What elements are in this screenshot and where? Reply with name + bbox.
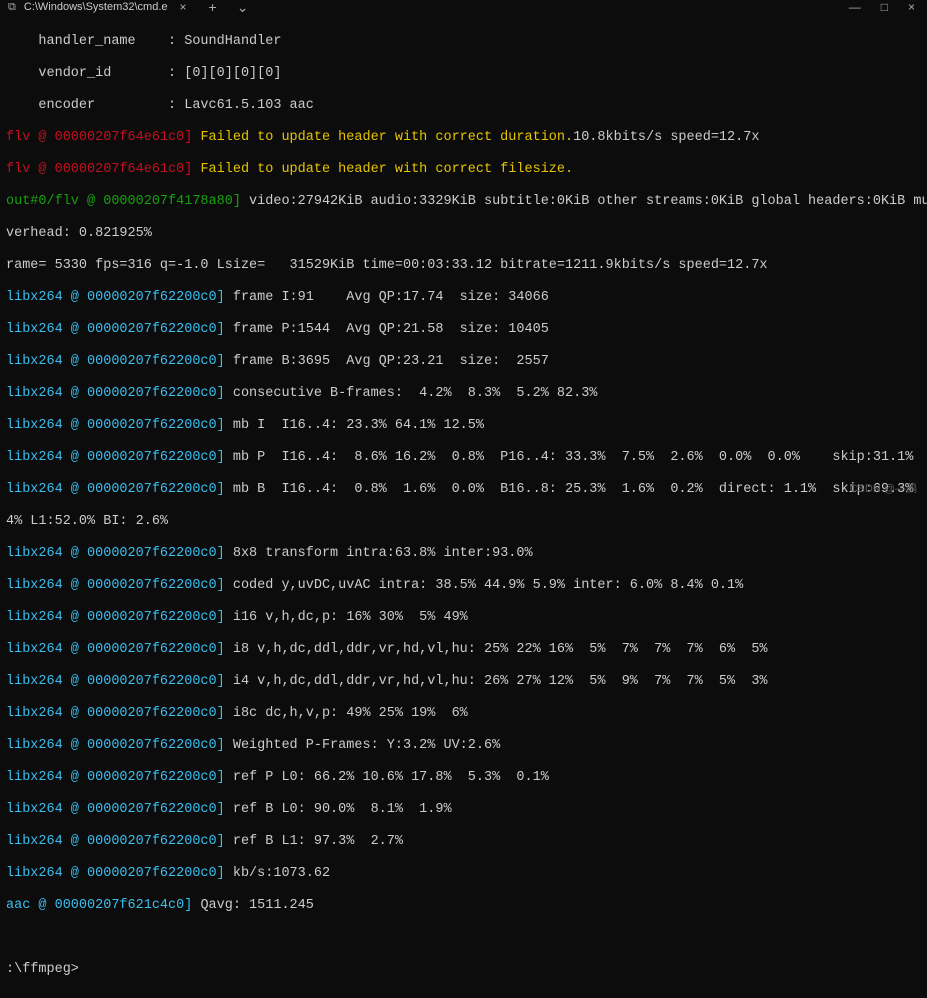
new-tab-button[interactable]: + [199,0,227,15]
x264-line: libx264 @ 00000207f62200c0] mb B I16..4:… [6,482,921,498]
titlebar: ⧉ C:\Windows\System32\cmd.e × + ⌄ — □ × [0,0,927,14]
watermark: CSDN @—鹧 [850,480,917,496]
x264-line: libx264 @ 00000207f62200c0] mb I I16..4:… [6,418,921,434]
cmd-icon: ⧉ [8,1,16,14]
close-window-button[interactable]: × [908,0,915,14]
x264-line: libx264 @ 00000207f62200c0] coded y,uvDC… [6,578,921,594]
flv-warning-1: flv @ 00000207f64e61c0] Failed to update… [6,130,921,146]
x264-line: libx264 @ 00000207f62200c0] i16 v,h,dc,p… [6,610,921,626]
overhead: verhead: 0.821925% [6,226,921,242]
x264-line: libx264 @ 00000207f62200c0] frame P:1544… [6,322,921,338]
x264-wrap: 4% L1:52.0% BI: 2.6% [6,514,921,530]
maximize-button[interactable]: □ [881,0,888,14]
meta-handler: handler_name : SoundHandler [6,34,281,49]
x264-line: libx264 @ 00000207f62200c0] i4 v,h,dc,dd… [6,674,921,690]
x264-line: libx264 @ 00000207f62200c0] 8x8 transfor… [6,546,921,562]
close-tab-icon[interactable]: × [176,0,191,14]
active-tab[interactable]: ⧉ C:\Windows\System32\cmd.e × [0,0,199,14]
tab-title: C:\Windows\System32\cmd.e [24,1,168,13]
x264-line: libx264 @ 00000207f62200c0] ref B L1: 97… [6,834,921,850]
prompt[interactable]: :\ffmpeg> [6,962,921,978]
meta-encoder: encoder : Lavc61.5.103 aac [6,98,314,113]
frame-stats: rame= 5330 fps=316 q=-1.0 Lsize= 31529Ki… [6,258,921,274]
x264-line: libx264 @ 00000207f62200c0] frame B:3695… [6,354,921,370]
tab-dropdown-icon[interactable]: ⌄ [227,0,259,16]
aac-line: aac @ 00000207f621c4c0] Qavg: 1511.245 [6,898,921,914]
x264-line: libx264 @ 00000207f62200c0] i8 v,h,dc,dd… [6,642,921,658]
meta-vendor: vendor_id : [0][0][0][0] [6,66,281,81]
x264-line: libx264 @ 00000207f62200c0] i8c dc,h,v,p… [6,706,921,722]
minimize-button[interactable]: — [849,0,861,14]
terminal-output[interactable]: handler_name : SoundHandler vendor_id : … [0,14,927,998]
x264-line: libx264 @ 00000207f62200c0] Weighted P-F… [6,738,921,754]
flv-warning-2: flv @ 00000207f64e61c0] Failed to update… [6,162,921,178]
x264-line: libx264 @ 00000207f62200c0] ref B L0: 90… [6,802,921,818]
x264-line: libx264 @ 00000207f62200c0] ref P L0: 66… [6,770,921,786]
window-controls: — □ × [849,0,927,14]
x264-line: libx264 @ 00000207f62200c0] consecutive … [6,386,921,402]
x264-line: libx264 @ 00000207f62200c0] mb P I16..4:… [6,450,921,466]
blank-line [6,930,921,946]
x264-line: libx264 @ 00000207f62200c0] kb/s:1073.62 [6,866,921,882]
out-summary: out#0/flv @ 00000207f4178a80] video:2794… [6,194,921,210]
x264-line: libx264 @ 00000207f62200c0] frame I:91 A… [6,290,921,306]
